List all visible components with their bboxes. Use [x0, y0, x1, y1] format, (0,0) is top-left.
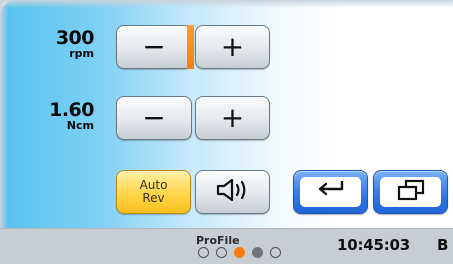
clock: 10:45:03 — [337, 236, 411, 254]
program-button-face — [380, 177, 441, 207]
program-name: ProFile — [196, 234, 240, 247]
minus-icon: − — [142, 30, 166, 63]
sound-button[interactable] — [195, 170, 270, 214]
reverse-button[interactable] — [293, 170, 368, 214]
auto-rev-button[interactable]: Auto Rev — [116, 170, 191, 214]
speed-readout: 300 rpm — [40, 27, 95, 60]
torque-increase-button[interactable]: + — [195, 96, 270, 140]
speed-value: 300 — [55, 27, 95, 49]
program-button[interactable] — [373, 170, 448, 214]
speed-unit: rpm — [69, 47, 94, 60]
reverse-button-face — [300, 177, 361, 207]
program-slot-active — [234, 247, 245, 258]
torque-readout: 1.60 Ncm — [40, 100, 94, 132]
battery-indicator: B — [437, 236, 449, 254]
plus-icon: + — [220, 30, 245, 63]
speed-increase-button[interactable]: + — [195, 25, 270, 69]
program-slot-empty — [216, 247, 227, 258]
plus-icon: + — [220, 101, 245, 134]
speed-decrease-button[interactable]: − — [116, 25, 192, 69]
overlapping-windows-icon — [396, 179, 426, 205]
speed-level-indicator — [187, 25, 194, 69]
program-slot-empty — [198, 247, 209, 258]
frame-top — [0, 0, 453, 8]
return-arrow-icon — [314, 179, 348, 205]
torque-unit: Ncm — [66, 119, 94, 132]
torque-decrease-button[interactable]: − — [116, 96, 192, 140]
speaker-icon — [215, 177, 251, 207]
program-slot-empty — [270, 247, 281, 258]
program-slot-filled — [252, 247, 263, 258]
minus-icon: − — [142, 101, 166, 134]
frame-left — [0, 0, 8, 264]
device-screen: 300 rpm − + 1.60 Ncm − + Auto Rev ProFil… — [0, 0, 453, 264]
auto-rev-label-line2: Rev — [142, 191, 165, 205]
torque-value: 1.60 — [49, 99, 94, 121]
